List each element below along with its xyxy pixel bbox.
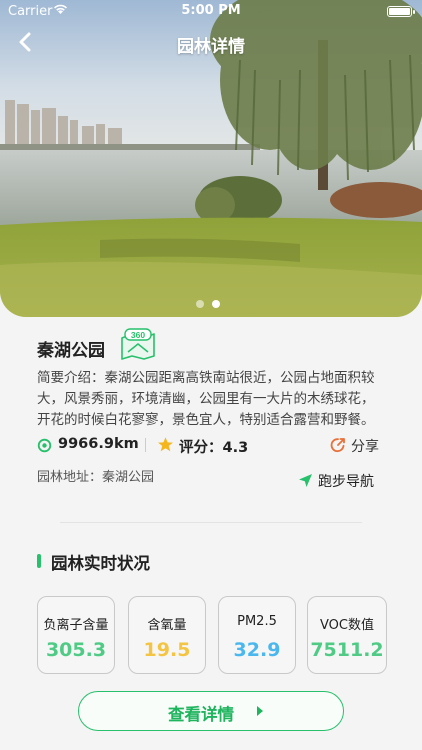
park-address: 园林地址：秦湖公园: [37, 470, 155, 485]
status-card-value: 19.5: [143, 639, 191, 661]
star-icon: [158, 437, 173, 452]
section-accent-bar: [37, 554, 41, 568]
location-pin-icon: [37, 438, 52, 453]
park-name: 秦湖公园: [37, 341, 105, 361]
park-intro: 简要介绍：秦湖公园距离高铁南站很近，公园占地面积较大，风景秀丽，环境清幽，公园里…: [37, 370, 375, 428]
run-navigation-button[interactable]: 跑步导航: [298, 470, 388, 492]
status-card-label: PM2.5: [237, 614, 277, 629]
view-details-label: 查看详情: [168, 705, 234, 724]
status-card-value: 7511.2: [310, 639, 384, 661]
score-text: 评分：4.3: [179, 440, 249, 456]
battery-cap: [413, 10, 415, 14]
share-label: 分享: [351, 439, 379, 455]
page-title: 园林详情: [177, 37, 245, 57]
vr-360-icon[interactable]: 360: [119, 328, 157, 360]
status-card-label: 含氧量: [147, 618, 187, 633]
status-card-pm25[interactable]: PM2.5 32.9: [218, 596, 296, 674]
share-button[interactable]: 分享: [330, 435, 390, 457]
meta-row: 9966.9km 评分：4.3 分享: [37, 435, 387, 457]
battery-icon: [387, 6, 412, 17]
divider-vertical: [145, 438, 146, 452]
section-title: 园林实时状况: [51, 554, 150, 573]
distance-value: 9966.9km: [58, 436, 139, 452]
page-dot-active[interactable]: [212, 300, 220, 308]
status-card-label: 负离子含量: [43, 618, 109, 633]
status-card-value: 32.9: [233, 639, 281, 661]
gallery-page-indicator: [196, 300, 220, 308]
share-icon: [330, 438, 345, 453]
status-card-voc[interactable]: VOC数值 7511.2: [307, 596, 387, 674]
section-divider: [60, 522, 362, 523]
clock: 5:00 PM: [181, 3, 241, 18]
play-arrow-icon: [257, 706, 263, 716]
view-details-button[interactable]: 查看详情: [78, 691, 344, 731]
status-cards: 负离子含量 305.3 含氧量 19.5 PM2.5 32.9 VOC数值 75…: [37, 596, 387, 674]
status-card-value: 305.3: [45, 639, 107, 661]
status-card-label: VOC数值: [320, 618, 374, 633]
page-dot[interactable]: [196, 300, 204, 308]
navigation-arrow-icon: [299, 474, 312, 487]
status-card-negative-ion[interactable]: 负离子含量 305.3: [37, 596, 115, 674]
status-card-oxygen[interactable]: 含氧量 19.5: [128, 596, 206, 674]
status-bar: Carrier 5:00 PM: [0, 0, 422, 24]
vr-badge-text: 360: [131, 330, 145, 340]
hero-image[interactable]: Carrier 5:00 PM 园林详情: [0, 0, 422, 317]
run-navigation-label: 跑步导航: [318, 474, 374, 490]
